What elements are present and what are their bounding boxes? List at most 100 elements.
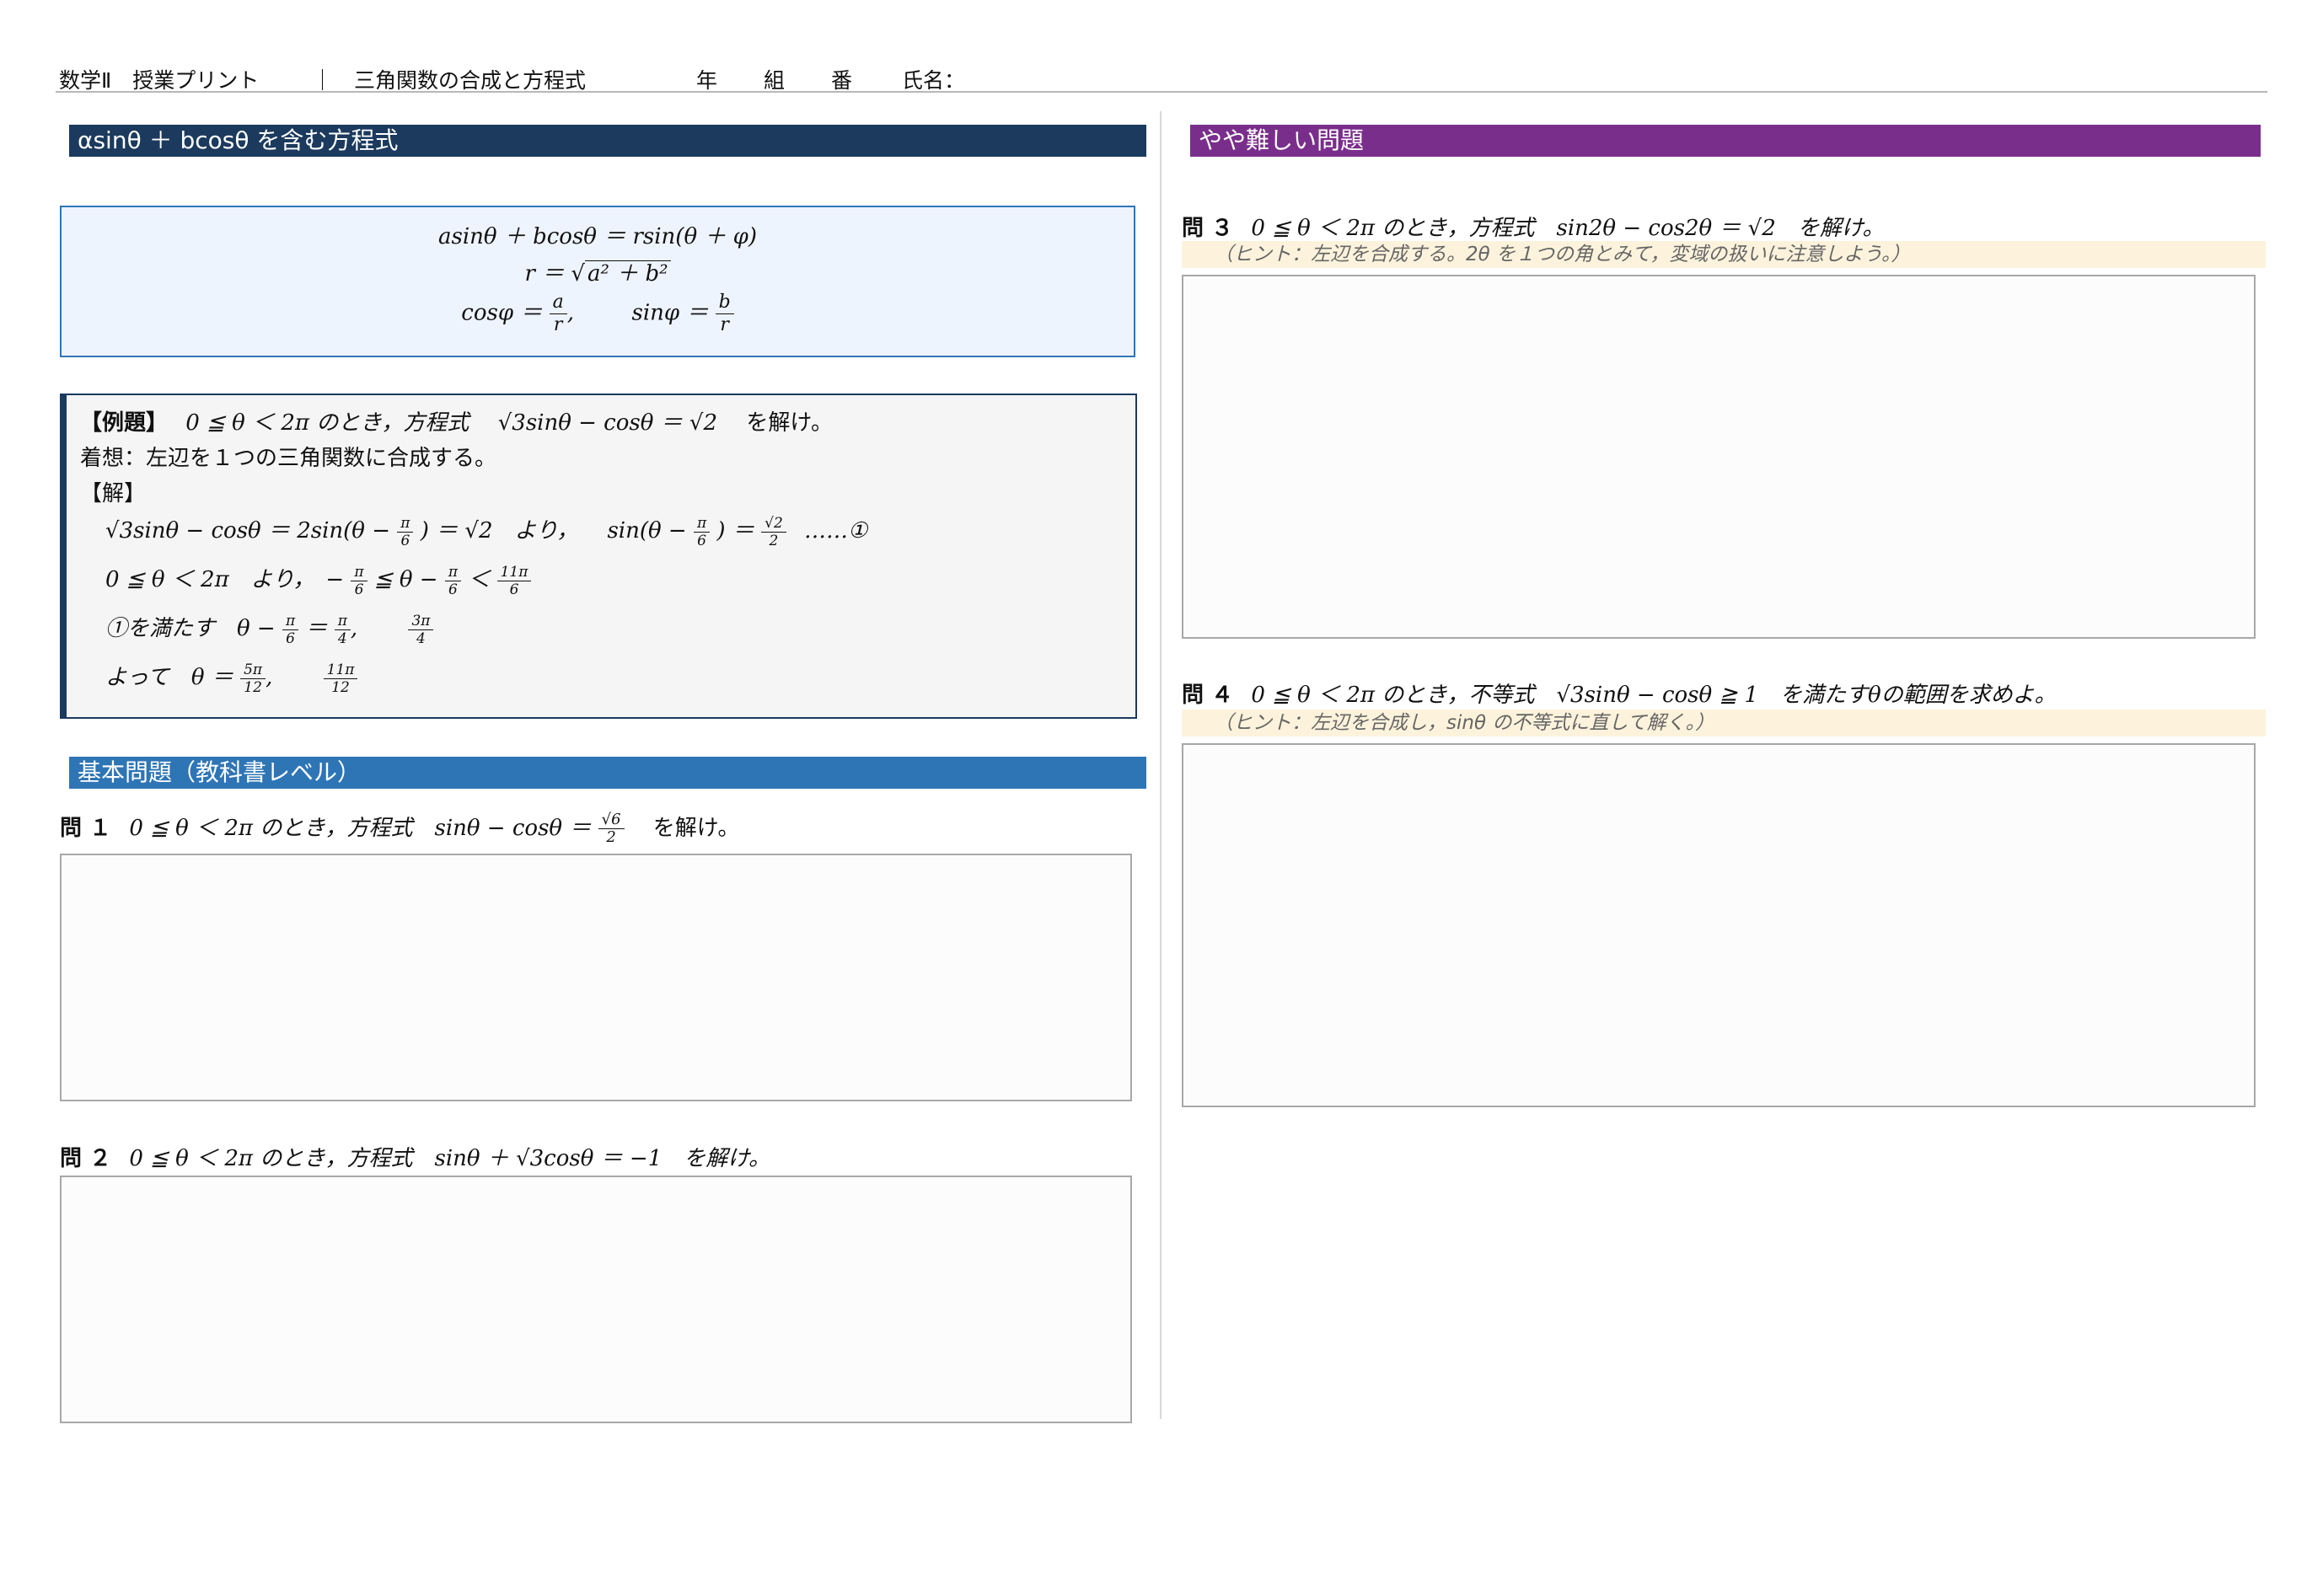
problem-1-text: 0 ≦ θ ＜ 2π のとき，方程式 sinθ − cosθ ＝ [129,816,592,841]
answer-box-2[interactable] [60,1176,1132,1423]
fraction-11pi-over-6: 11π 6 [496,564,532,598]
example-instruction: を解け。 [746,410,834,436]
problem-2-text: 0 ≦ θ ＜ 2π のとき，方程式 sinθ ＋ √3cosθ ＝ −1 を解… [129,1146,770,1171]
fraction-5pi-over-12: 5π 12 [240,661,266,696]
formula-r-radicand: a² ＋ b² [585,260,671,287]
frac-num: 5π [240,661,266,679]
frac-num: b [715,292,734,314]
frac-den: 2 [606,828,616,846]
step2-b: ≦ θ − [373,567,438,592]
frac-num: π [693,515,711,533]
step1-b: ) ＝ √2 より， [420,518,579,544]
fraction-3pi-over-4: 3π 4 [408,613,434,647]
class-label: 組 [764,68,786,93]
header-rule [56,91,2267,93]
sqrt-sign: √ [571,261,585,287]
fraction-pi-over-6: π6 [351,564,368,598]
fraction-pi-over-6: π6 [693,515,711,549]
frac-num: √2 [761,515,786,533]
section-title-main-text: αsinθ ＋ bcosθ を含む方程式 [78,126,399,154]
problem-3: 問 ３ 0 ≦ θ ＜ 2π のとき，方程式 sin2θ − cos2θ ＝ √… [1182,211,1885,242]
frac-num: π [282,613,299,630]
solution-step-4: よって θ ＝ 5π 12, 11π 12 [105,660,358,696]
formula-box: asinθ ＋ bcosθ ＝ rsin(θ ＋ φ) r ＝ √ a² ＋ b²… [60,206,1135,357]
fraction-pi-over-4: π4 [334,613,351,647]
problem-4-hint: （ヒント：左辺を合成し，sinθ の不等式に直して解く。） [1182,710,2266,736]
frac-num: a [549,292,567,314]
answer-box-4[interactable] [1182,743,2256,1107]
section-title-basic: 基本問題（教科書レベル） [69,757,1146,789]
worksheet-header: 数学Ⅱ 授業プリント ｜ 三角関数の合成と方程式 年 組 番 氏名： [59,59,2267,94]
step3-a: ①を満たす θ − [105,616,276,641]
frac-num: √6 [598,811,625,829]
formula-cos-lhs: cosφ ＝ [461,300,550,326]
solution-step-3: ①を満たす θ − π6 ＝ π4, 3π 4 [105,611,434,647]
problem-3-text: 0 ≦ θ ＜ 2π のとき，方程式 sin2θ − cos2θ ＝ √2 を解… [1251,216,1885,241]
frac-num: π [444,564,462,581]
equation-mark-1: ……① [804,518,868,544]
frac-den: r [720,314,729,335]
section-title-main: αsinθ ＋ bcosθ を含む方程式 [69,125,1146,157]
answer-box-1[interactable] [60,854,1132,1101]
step1-d: ) ＝ [716,518,754,544]
frac-den: 4 [416,629,426,647]
frac-den: 12 [244,678,262,696]
formula-sin-lhs: sinφ ＝ [631,300,716,326]
formula-r-lhs: r ＝ [524,261,571,287]
fraction-11pi-over-12: 11π 12 [323,661,358,696]
frac-den: 12 [331,678,350,696]
frac-num: π [397,515,414,533]
frac-den: 6 [697,532,706,549]
fraction-pi-over-6: π6 [282,613,299,647]
problem-3-hint: （ヒント：左辺を合成する。2θ を１つの角とみて，変域の扱いに注意しよう。） [1182,241,2266,268]
fraction-pi-over-6: π6 [397,515,414,549]
frac-den: 4 [337,629,347,647]
problem-2-label: 問 ２ [60,1146,112,1171]
problem-4-text: 0 ≦ θ ＜ 2π のとき，不等式 √3sinθ − cosθ ≧ 1 を満た… [1251,683,2057,708]
step4-comma: , [266,665,273,690]
formula-line-3: cosφ ＝ ar, sinφ ＝ br [62,292,1134,336]
step2-a: 0 ≦ θ ＜ 2π より， − [105,567,345,592]
section-title-hard: やや難しい問題 [1190,125,2261,157]
frac-den: 6 [509,581,519,598]
number-label: 番 [831,68,853,93]
solution-step-1: √3sinθ − cosθ ＝ 2sin(θ − π6 ) ＝ √2 より， s… [105,513,867,549]
frac-num: 3π [408,613,434,630]
example-approach: 着想：左辺を１つの三角関数に合成する。 [80,446,497,471]
frac-num: π [351,564,368,581]
problem-1-instruction: を解け。 [652,816,740,841]
step1-c: sin(θ − [607,518,687,544]
subject-label: 数学Ⅱ 授業プリント [59,68,260,93]
column-divider [1160,111,1162,1419]
frac-den: r [553,314,563,335]
frac-den: 6 [354,581,364,598]
step4-a: よって θ ＝ [105,665,233,690]
example-label: 【例題】 [80,410,169,436]
fraction-sqrt6-over-2: √6 2 [598,811,625,846]
step1-a: √3sinθ − cosθ ＝ 2sin(θ − [105,518,391,544]
problem-1: 問 １ 0 ≦ θ ＜ 2π のとき，方程式 sinθ − cosθ ＝ √6 2… [60,811,740,846]
solution-label: 【解】 [80,481,147,506]
formula-line-1: asinθ ＋ bcosθ ＝ rsin(θ ＋ φ) [438,224,757,249]
formula-comma: , [566,300,574,326]
example-box: 【例題】 0 ≦ θ ＜ 2π のとき，方程式 √3sinθ − cosθ ＝ … [60,394,1137,719]
topic-title: 三角関数の合成と方程式 [354,68,587,93]
frac-den: 6 [400,532,410,549]
frac-num: 11π [496,564,532,581]
problem-3-label: 問 ３ [1182,216,1234,241]
header-separator: ｜ [312,68,334,93]
problem-2: 問 ２ 0 ≦ θ ＜ 2π のとき，方程式 sinθ ＋ √3cosθ ＝ −… [60,1141,770,1172]
frac-den: 6 [286,629,295,647]
example-question: 【例題】 0 ≦ θ ＜ 2π のとき，方程式 √3sinθ − cosθ ＝ … [80,405,833,436]
formula-line-2: r ＝ √ a² ＋ b² [62,256,1134,287]
answer-box-3[interactable] [1182,275,2256,639]
fraction-a-over-r: ar [549,292,567,336]
solution-step-2: 0 ≦ θ ＜ 2π より， − π6 ≦ θ − π6 ＜ 11π 6 [105,562,532,598]
section-title-hard-text: やや難しい問題 [1199,126,1365,154]
fraction-b-over-r: br [715,292,734,336]
name-label: 氏名： [902,68,966,93]
problem-1-label: 問 １ [60,816,112,841]
frac-den: 2 [769,532,779,549]
section-title-basic-text: 基本問題（教科書レベル） [78,758,362,786]
example-condition: 0 ≦ θ ＜ 2π のとき，方程式 [185,410,469,436]
